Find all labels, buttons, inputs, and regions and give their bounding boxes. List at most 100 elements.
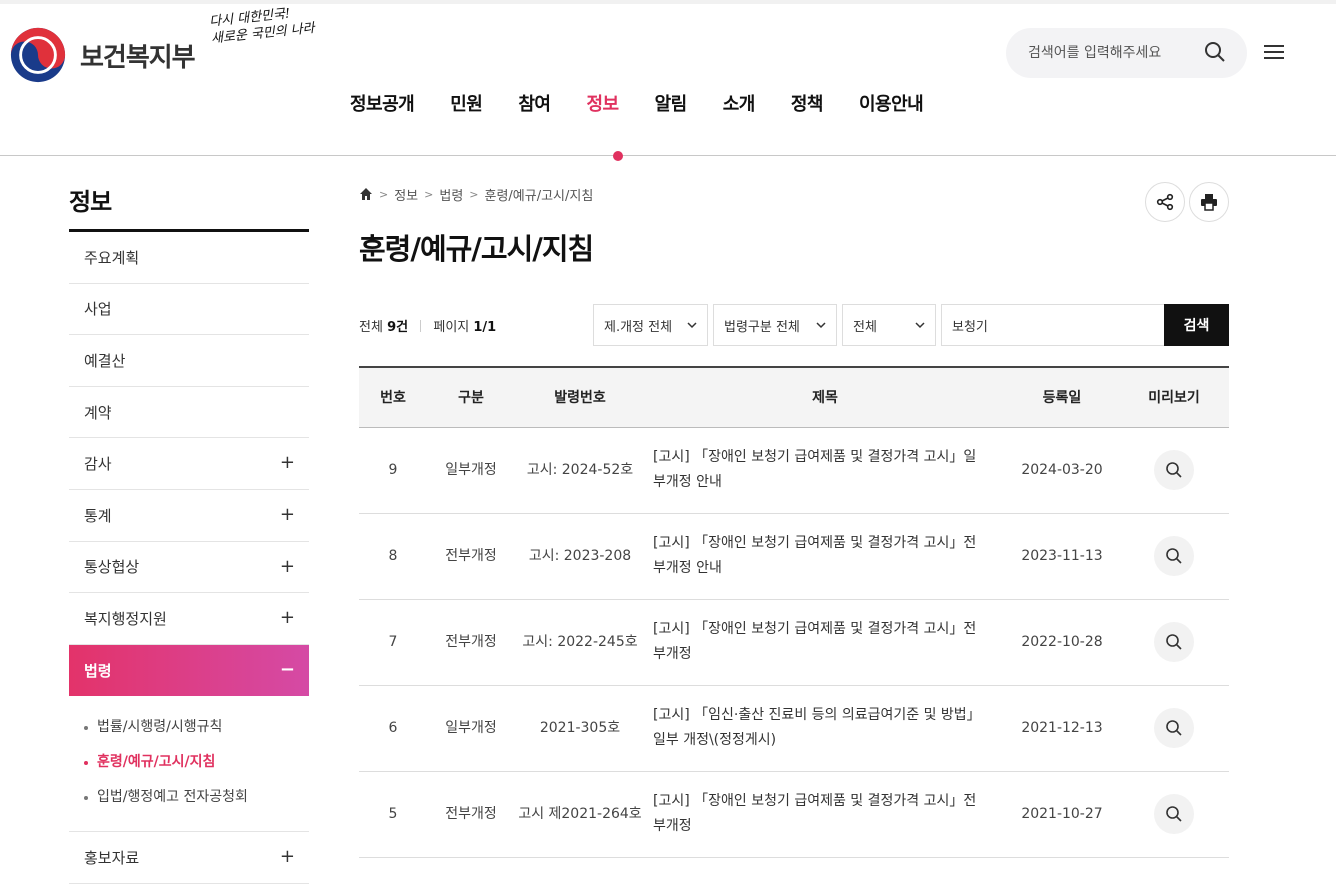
side-nav-label: 홍보자료 — [84, 849, 140, 868]
preview-button[interactable] — [1154, 794, 1194, 834]
cell-title: [고시] 「장애인 보청기 급여제품 및 결정가격 고시」전부개정 — [645, 771, 1005, 857]
table-row: 6 일부개정 2021-305호 [고시] 「임신·출산 진료비 등의 의료급여… — [359, 685, 1229, 771]
cell-type: 일부개정 — [445, 461, 497, 478]
page-title: 훈령/예규/고시/지침 — [359, 232, 594, 266]
table-row: 5 전부개정 고시 제2021-264호 [고시] 「장애인 보청기 급여제품 … — [359, 771, 1229, 857]
preview-button[interactable] — [1154, 450, 1194, 490]
hamburger-menu-button[interactable] — [1264, 41, 1290, 63]
results-table: 번호 구분 발령번호 제목 등록일 미리보기 9 일부개정 고시: 2024-5… — [359, 366, 1229, 858]
cell-type: 전부개정 — [445, 633, 497, 650]
gnb-item-news[interactable]: 알림 — [655, 90, 688, 116]
breadcrumb-item[interactable]: 정보 — [394, 185, 418, 204]
cell-no: 9 — [388, 461, 398, 478]
side-nav-item-business[interactable]: 사업 — [69, 284, 309, 336]
magnifier-icon — [1166, 548, 1182, 564]
side-nav-label: 통상협상 — [84, 558, 140, 577]
side-nav-label: 통계 — [84, 506, 112, 525]
column-header-preview: 미리보기 — [1148, 390, 1200, 407]
cell-preview — [1119, 513, 1229, 599]
page-label: 페이지 — [433, 320, 470, 335]
cell-date: 2021-12-13 — [1021, 719, 1103, 736]
row-title-link[interactable]: [고시] 「임신·출산 진료비 등의 의료급여기준 및 방법」 일부 개정\(정… — [653, 707, 981, 748]
revision-type-select[interactable]: 제.개정 전체 — [593, 304, 708, 346]
expand-plus-icon: + — [279, 555, 295, 577]
gnb-item-policy[interactable]: 정책 — [791, 90, 824, 116]
search-filter-bar: 전체 9건 페이지 1/1 제.개정 전체 법령구분 전체 전체 검색 — [359, 304, 1229, 346]
side-nav-item-laws[interactable]: 법령 − — [69, 644, 309, 697]
cell-preview — [1119, 427, 1229, 513]
preview-button[interactable] — [1154, 536, 1194, 576]
side-nav-label: 감사 — [84, 455, 112, 474]
column-header-title: 제목 — [812, 390, 838, 407]
total-count: 9건 — [387, 320, 409, 335]
cell-preview — [1119, 599, 1229, 685]
gnb-item-guide[interactable]: 이용안내 — [859, 90, 924, 116]
taegeuk-logo-icon — [10, 27, 66, 83]
side-nav-item-statistics[interactable]: 통계 + — [69, 490, 309, 542]
law-type-select[interactable]: 법령구분 전체 — [713, 304, 837, 346]
row-title-link[interactable]: [고시] 「장애인 보청기 급여제품 및 결정가격 고시」전부개정 — [653, 621, 976, 662]
column-header-type: 구분 — [458, 390, 484, 407]
side-nav-item-audit[interactable]: 감사 + — [69, 438, 309, 490]
cell-no: 8 — [388, 547, 398, 564]
cell-title: [고시] 「장애인 보청기 급여제품 및 결정가격 고시」전부개정 안내 — [645, 513, 1005, 599]
print-button[interactable] — [1189, 182, 1229, 222]
table-header: 번호 구분 발령번호 제목 등록일 미리보기 — [359, 367, 1229, 427]
side-nav-title: 정보 — [69, 182, 309, 232]
cell-type: 전부개정 — [445, 547, 497, 564]
magnifier-icon — [1166, 720, 1182, 736]
site-search-button[interactable] — [1203, 41, 1227, 65]
search-field-select[interactable]: 전체 — [842, 304, 936, 346]
side-nav-item-budget[interactable]: 예결산 — [69, 335, 309, 387]
gnb-item-civil[interactable]: 민원 — [450, 90, 483, 116]
side-nav-item-trade[interactable]: 통상협상 + — [69, 542, 309, 594]
breadcrumb: > 정보 > 법령 > 훈령/예규/고시/지침 — [359, 182, 1229, 206]
row-title-link[interactable]: [고시] 「장애인 보청기 급여제품 및 결정가격 고시」전부개정 안내 — [653, 535, 976, 576]
select-value: 전체 — [853, 319, 877, 335]
select-value: 제.개정 전체 — [604, 319, 673, 335]
side-nav-label: 법령 — [84, 662, 112, 681]
side-nav-label: 사업 — [84, 300, 112, 319]
breadcrumb-separator: > — [424, 187, 434, 201]
side-nav-item-contract[interactable]: 계약 — [69, 387, 309, 439]
cell-preview — [1119, 685, 1229, 771]
keyword-input[interactable] — [941, 304, 1165, 346]
preview-button[interactable] — [1154, 622, 1194, 662]
table-row: 9 일부개정 고시: 2024-52호 [고시] 「장애인 보청기 급여제품 및… — [359, 427, 1229, 513]
gnb-item-info[interactable]: 정보 — [587, 90, 620, 116]
side-nav-item-pr[interactable]: 홍보자료 + — [69, 832, 309, 884]
submenu-item-directives[interactable]: 훈령/예규/고시/지침 — [84, 745, 309, 780]
share-icon — [1156, 193, 1174, 211]
expand-plus-icon: + — [279, 846, 295, 868]
keyword-search-button[interactable]: 검색 — [1164, 304, 1229, 346]
row-title-link[interactable]: [고시] 「장애인 보청기 급여제품 및 결정가격 고시」전부개정 — [653, 793, 976, 834]
side-nav-item-welfare-admin[interactable]: 복지행정지원 + — [69, 593, 309, 645]
gnb-item-participation[interactable]: 참여 — [518, 90, 551, 116]
hamburger-icon — [1264, 45, 1284, 47]
cell-title: [고시] 「장애인 보청기 급여제품 및 결정가격 고시」일부개정 안내 — [645, 427, 1005, 513]
breadcrumb-item[interactable]: 법령 — [439, 185, 463, 204]
side-nav-item-plans[interactable]: 주요계획 — [69, 232, 309, 284]
share-button[interactable] — [1145, 182, 1185, 222]
submenu-item-acts[interactable]: 법률/시행령/시행규칙 — [84, 710, 309, 745]
gnb-item-about[interactable]: 소개 — [723, 90, 756, 116]
breadcrumb-separator: > — [469, 187, 479, 201]
hamburger-icon-bar — [1264, 57, 1284, 59]
row-title-link[interactable]: [고시] 「장애인 보청기 급여제품 및 결정가격 고시」일부개정 안내 — [653, 449, 976, 490]
cell-preview — [1119, 771, 1229, 857]
ministry-name: 보건복지부 — [80, 42, 196, 73]
submenu-item-legislation-notice[interactable]: 입법/행정예고 전자공청회 — [84, 780, 309, 815]
total-label: 전체 — [359, 320, 383, 335]
expand-plus-icon: + — [279, 503, 295, 525]
home-logo-link[interactable]: 보건복지부 — [8, 26, 196, 84]
gnb-item-info-disclosure[interactable]: 정보공개 — [350, 90, 415, 116]
cell-date: 2023-11-13 — [1021, 547, 1103, 564]
cell-title: [고시] 「임신·출산 진료비 등의 의료급여기준 및 방법」 일부 개정\(정… — [645, 685, 1005, 771]
cell-code: 고시: 2022-245호 — [522, 633, 638, 650]
preview-button[interactable] — [1154, 708, 1194, 748]
site-search-input[interactable] — [1028, 41, 1198, 65]
cell-code: 고시: 2024-52호 — [526, 461, 634, 478]
home-icon[interactable] — [359, 187, 373, 201]
column-header-date: 등록일 — [1042, 390, 1082, 407]
breadcrumb-item-current: 훈령/예규/고시/지침 — [484, 188, 594, 204]
